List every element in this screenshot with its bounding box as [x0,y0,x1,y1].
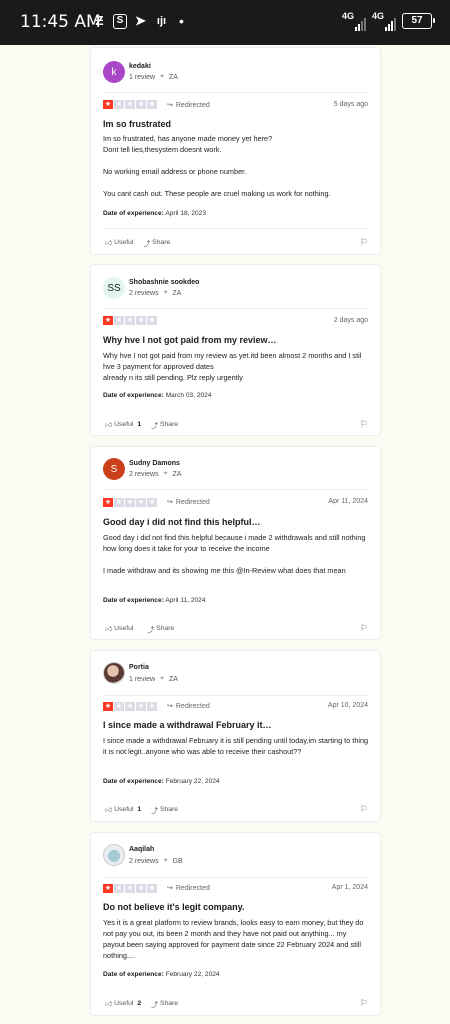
thumbs-up-icon: 👍︎ [105,421,113,429]
date-of-experience: Date of experience: February 22, 2024 [103,778,220,785]
status-bar: 11:45 AM Ƶ S ➤ ıjı • 4G 4G 57 [0,0,450,45]
thumbs-up-icon: 👍︎ [105,806,113,814]
redirect-arrow-icon: ↪ [167,885,173,892]
review-body: Im so frustrated, has anyone made money … [103,134,331,198]
thumbs-up-icon: 👍︎ [105,239,113,247]
country: ZA [172,470,182,478]
review-card: Portia 1 review ⌖ ZA ★ ★ ★ ★ ★ ↪ Redirected Apr… [90,650,381,822]
redirected-label: ↪ Redirected [167,498,210,507]
review-body: I since made a withdrawal February it is… [103,736,369,756]
review-title[interactable]: Im so frustrated [103,119,171,129]
avatar: k [103,61,125,83]
review-date: Apr 1, 2024 [331,884,368,891]
review-count: 1 review [129,675,156,683]
country: GB [172,857,183,865]
flag-icon[interactable]: ⚐ [360,623,368,634]
share-button[interactable]: ⤴ Share [151,805,178,815]
thumbs-up-icon: 👍︎ [105,1000,113,1008]
useful-button[interactable]: 👍︎ Useful [105,625,137,633]
review-card: Aaqilah 2 reviews ⌖ GB ★ ★ ★ ★ ★ ↪ Redirected A… [90,832,381,1016]
notification-icons: Ƶ S ➤ ıjı • [92,13,184,29]
status-time: 11:45 AM [20,12,101,32]
location-pin-icon: ⌖ [163,857,168,864]
date-of-experience: Date of experience: April 11, 2024 [103,597,206,604]
flag-icon[interactable]: ⚐ [360,419,368,430]
country: ZA [172,289,182,297]
date-of-experience: Date of experience: March 03, 2024 [103,392,212,399]
flag-icon[interactable]: ⚐ [360,237,368,248]
share-icon: ⤴ [151,422,158,430]
review-title[interactable]: I since made a withdrawal February it… [103,720,272,730]
redirect-arrow-icon: ↪ [167,703,173,710]
location-pin-icon: ⌖ [163,470,168,477]
avatar: S [103,458,125,480]
country: ZA [169,675,178,683]
review-card: k kedaki 1 review ⌖ ZA ★ ★ ★ ★ ★ ↪ Redirected 5… [90,47,381,255]
star-rating: ★ ★ ★ ★ ★ [103,100,157,109]
review-count: 2 reviews [129,857,159,865]
flag-icon[interactable]: ⚐ [360,998,368,1009]
review-date: 2 days ago [333,317,368,324]
network-signal-2: 4G [372,11,396,31]
review-body: Why hve I not got paid from my review as… [103,351,362,382]
more-notifications-dot-icon: • [179,13,184,29]
useful-button[interactable]: 👍︎ Useful 1 [105,421,141,429]
country: ZA [169,73,178,81]
useful-button[interactable]: 👍︎ Useful [105,239,133,247]
review-date: Apr 11, 2024 [328,498,368,505]
share-icon: ⤴ [151,1001,158,1009]
review-card: S Sudny Damons 2 reviews ⌖ ZA ★ ★ ★ ★ ★ ↪ Redir… [90,446,381,640]
redirect-arrow-icon: ↪ [167,102,173,109]
useful-button[interactable]: 👍︎ Useful 1 [105,806,141,814]
reviewer-name[interactable]: Portia [129,664,149,671]
review-count: 2 reviews [129,470,159,478]
share-icon: ⤴ [151,807,158,815]
location-pin-icon: ⌖ [160,73,165,80]
battery-icon: 57 [402,13,435,29]
share-button[interactable]: ⤴ Share [151,999,178,1009]
reviewer-name[interactable]: Aaqilah [129,846,154,853]
share-icon: ⤴ [147,626,155,634]
review-count: 1 review [129,73,156,81]
review-card: SS Shobashnie sookdeo 2 reviews ⌖ ZA ★ ★ ★ ★ ★… [90,264,381,436]
useful-button[interactable]: 👍︎ Useful 2 [105,1000,141,1008]
location-pin-icon: ⌖ [160,675,165,682]
star-rating: ★ ★ ★ ★ ★ [103,702,157,711]
review-title[interactable]: Why hve I not got paid from my review… [103,335,277,345]
redirected-label: ↪ Redirected [167,101,210,110]
share-button[interactable]: ⤴ Share [151,420,178,430]
review-body: Yes it is a great platform to review bra… [103,918,364,960]
avatar [103,844,125,866]
review-count: 2 reviews [129,289,159,297]
reviewer-name[interactable]: Shobashnie sookdeo [129,279,199,286]
star-rating: ★ ★ ★ ★ ★ [103,316,157,325]
star-rating: ★ ★ ★ ★ ★ [103,498,157,507]
flag-icon[interactable]: ⚐ [360,804,368,815]
redirected-label: ↪ Redirected [167,702,210,711]
date-of-experience: Date of experience: February 22, 2024 [103,971,220,978]
reviewer-name[interactable]: Sudny Damons [129,460,180,467]
notification-z-icon: Ƶ [95,13,104,28]
review-body: Good day i did not find this helpful bec… [103,533,366,575]
review-title[interactable]: Do not believe it's legit company. [103,902,245,912]
location-pin-icon: ⌖ [163,289,168,296]
avatar: SS [103,277,125,299]
telegram-icon: ➤ [135,13,146,28]
redirected-label: ↪ Redirected [167,884,210,893]
share-icon: ⤴ [143,240,151,248]
review-date: 5 days ago [333,101,368,108]
avatar [103,662,125,684]
share-button[interactable]: ⤴ Share [143,238,170,248]
star-rating: ★ ★ ★ ★ ★ [103,884,157,893]
app-icon: ıjı [156,15,167,27]
review-title[interactable]: Good day i did not find this helpful… [103,517,260,527]
network-signal-1: 4G [342,11,366,31]
thumbs-up-icon: 👍︎ [105,625,113,633]
reviewer-name[interactable]: kedaki [129,63,151,70]
review-date: Apr 10, 2024 [327,702,368,709]
redirect-arrow-icon: ↪ [167,499,173,506]
date-of-experience: Date of experience: April 18, 2023 [103,210,207,217]
shortcut-s-icon: S [113,13,127,29]
share-button[interactable]: ⤴ Share [147,624,174,634]
